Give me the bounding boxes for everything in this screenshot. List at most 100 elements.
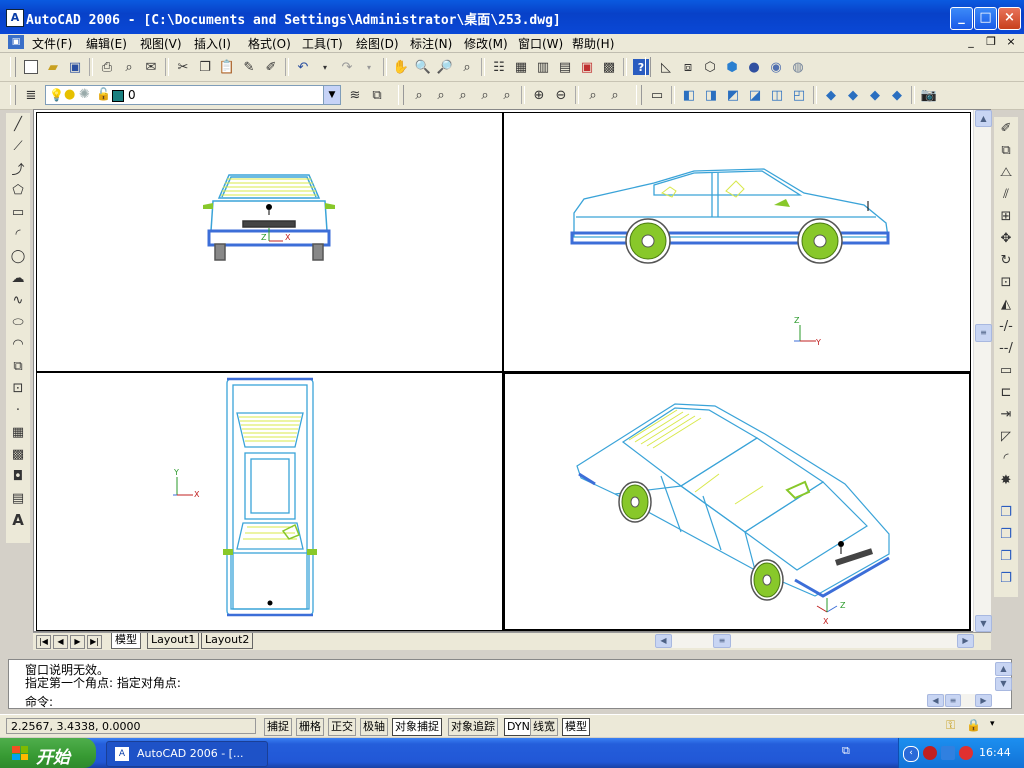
match-properties-icon[interactable]: ✎ [238, 56, 260, 78]
layer-lock-icon[interactable]: 🔓 [96, 87, 111, 101]
save-icon[interactable]: ▣ [64, 56, 86, 78]
join-icon[interactable]: ⇥ [995, 403, 1017, 425]
status-menu-icon[interactable]: ▾ [990, 719, 995, 729]
menu-file[interactable]: 文件(F) [32, 35, 72, 52]
tab-last-icon[interactable]: ▶| [87, 635, 102, 649]
tab-model[interactable]: 模型 [111, 633, 141, 649]
sw-iso-icon[interactable]: ◆ [820, 84, 842, 106]
layer-dropdown[interactable]: 💡 ● ✺ 🔓 0 ▼ [45, 85, 341, 105]
toolbar-grip[interactable] [10, 57, 16, 77]
chevron-down-icon[interactable]: ▼ [323, 86, 340, 104]
maximize-button[interactable]: □ [974, 7, 997, 30]
gouraud-edges-icon[interactable]: ◍ [787, 56, 809, 78]
zoom-previous-icon[interactable]: ⌕ [456, 56, 478, 78]
communication-center-icon[interactable]: ⚿ [946, 718, 955, 733]
make-object-layer-current-icon[interactable]: ≋ [344, 84, 366, 106]
toolbar-grip[interactable] [645, 57, 651, 77]
command-window[interactable]: 窗口说明无效。 指定第一个角点: 指定对角点: 命令: ▲ ▼ ◀ ≡ ▶ [8, 659, 1012, 709]
otrack-toggle[interactable]: 对象追踪 [448, 718, 498, 736]
cmd-scroll-thumb[interactable]: ≡ [945, 694, 961, 707]
viewport-front[interactable]: Z X [36, 112, 503, 372]
menu-view[interactable]: 视图(V) [140, 35, 182, 52]
multiline-text-icon[interactable]: A [7, 509, 29, 531]
break-icon[interactable]: ⊏ [995, 381, 1017, 403]
se-iso-icon[interactable]: ◆ [842, 84, 864, 106]
toolbar-grip[interactable] [10, 85, 16, 105]
point-icon[interactable]: · [7, 399, 29, 421]
copy-object-icon[interactable]: ⧉ [995, 139, 1017, 161]
markup-icon[interactable]: ▣ [576, 56, 598, 78]
polyline-icon[interactable]: ⤴ [7, 157, 29, 179]
array-icon[interactable]: ⊞ [995, 205, 1017, 227]
zoom-out-icon[interactable]: ⊖ [550, 84, 572, 106]
security-shield-icon[interactable] [923, 746, 937, 760]
ne-iso-icon[interactable]: ◆ [864, 84, 886, 106]
zoom-dynamic-icon[interactable]: ⌕ [430, 84, 452, 106]
extend-icon[interactable]: --/ [995, 337, 1017, 359]
rectangle-icon[interactable]: ▭ [7, 201, 29, 223]
layer-viewport-icon[interactable]: ✺ [79, 87, 90, 102]
chamfer-icon[interactable]: ◸ [995, 425, 1017, 447]
lineweight-toggle[interactable]: 线宽 [530, 718, 558, 736]
zoom-center-icon[interactable]: ⌕ [474, 84, 496, 106]
tool-palettes-icon[interactable]: ▥ [532, 56, 554, 78]
polar-toggle[interactable]: 极轴 [360, 718, 388, 736]
viewport-isometric-active[interactable]: Z X [503, 372, 971, 631]
nw-iso-icon[interactable]: ◆ [886, 84, 908, 106]
redo-icon[interactable]: ↷ [336, 56, 358, 78]
tab-layout1[interactable]: Layout1 [147, 633, 200, 649]
arc-icon[interactable]: ◜ [7, 223, 29, 245]
bottom-view-icon[interactable]: ◨ [700, 84, 722, 106]
make-block-icon[interactable]: ⊡ [7, 377, 29, 399]
flat-edges-icon[interactable]: ◉ [765, 56, 787, 78]
zoom-extents-icon[interactable]: ⌕ [604, 84, 626, 106]
cmd-horizontal-scrollbar[interactable]: ◀ ≡ ▶ [927, 694, 992, 707]
tray-expand-icon[interactable]: ‹ [903, 746, 919, 762]
sheet-set-icon[interactable]: ▤ [554, 56, 576, 78]
zoom-scale-icon[interactable]: ⌕ [452, 84, 474, 106]
hatch-icon[interactable]: ▦ [7, 421, 29, 443]
close-button[interactable]: × [998, 7, 1021, 30]
offset-icon[interactable]: ⫽ [995, 183, 1017, 205]
zoom-window-icon[interactable]: 🔎 [434, 56, 456, 78]
layer-manager-icon[interactable]: ≣ [20, 84, 42, 106]
layer-previous-icon[interactable]: ⧉ [366, 84, 388, 106]
mirror-icon[interactable]: ⧍ [995, 161, 1017, 183]
construction-line-icon[interactable]: ⟋ [7, 135, 29, 157]
scroll-up-icon[interactable]: ▲ [975, 110, 992, 127]
zoom-object-icon[interactable]: ⌕ [496, 84, 518, 106]
scroll-left-icon[interactable]: ◀ [655, 634, 672, 648]
insert-block-icon[interactable]: ⧉ [7, 355, 29, 377]
start-button[interactable]: 开始 [0, 738, 96, 768]
fillet-icon[interactable]: ◜ [995, 447, 1017, 469]
quickcalc-icon[interactable]: ▩ [598, 56, 620, 78]
3d-wireframe-icon[interactable]: ⧈ [677, 56, 699, 78]
right-view-icon[interactable]: ◪ [744, 84, 766, 106]
table-icon[interactable]: ▤ [7, 487, 29, 509]
gradient-icon[interactable]: ▩ [7, 443, 29, 465]
cmd-scroll-left-icon[interactable]: ◀ [927, 694, 944, 707]
paste-icon[interactable]: 📋 [216, 56, 238, 78]
minimize-button[interactable]: _ [950, 7, 973, 30]
line-icon[interactable]: ╱ [7, 113, 29, 135]
rotate-icon[interactable]: ↻ [995, 249, 1017, 271]
horizontal-scrollbar[interactable]: ◀ ≡ ▶ [655, 634, 974, 648]
open-icon[interactable]: ▰ [42, 56, 64, 78]
tab-next-icon[interactable]: ▶ [70, 635, 85, 649]
cmd-scroll-right-icon[interactable]: ▶ [975, 694, 992, 707]
draworder-under-icon[interactable]: ❐ [995, 567, 1017, 589]
autocad-app-icon[interactable]: A [6, 9, 24, 27]
viewport-top[interactable]: Y X [36, 372, 503, 631]
undo-dropdown-icon[interactable]: ▾ [314, 56, 336, 78]
top-view-icon[interactable]: ◧ [678, 84, 700, 106]
publish-icon[interactable]: ✉ [140, 56, 162, 78]
region-icon[interactable]: ◘ [7, 465, 29, 487]
new-icon[interactable] [20, 56, 42, 78]
layer-on-icon[interactable]: 💡 [49, 88, 64, 102]
network-icon[interactable] [941, 746, 955, 760]
doc-close-button[interactable]: × [1004, 36, 1018, 49]
explode-icon[interactable]: ✸ [995, 469, 1017, 491]
scroll-right-icon[interactable]: ▶ [957, 634, 974, 648]
left-view-icon[interactable]: ◩ [722, 84, 744, 106]
circle-icon[interactable]: ◯ [7, 245, 29, 267]
